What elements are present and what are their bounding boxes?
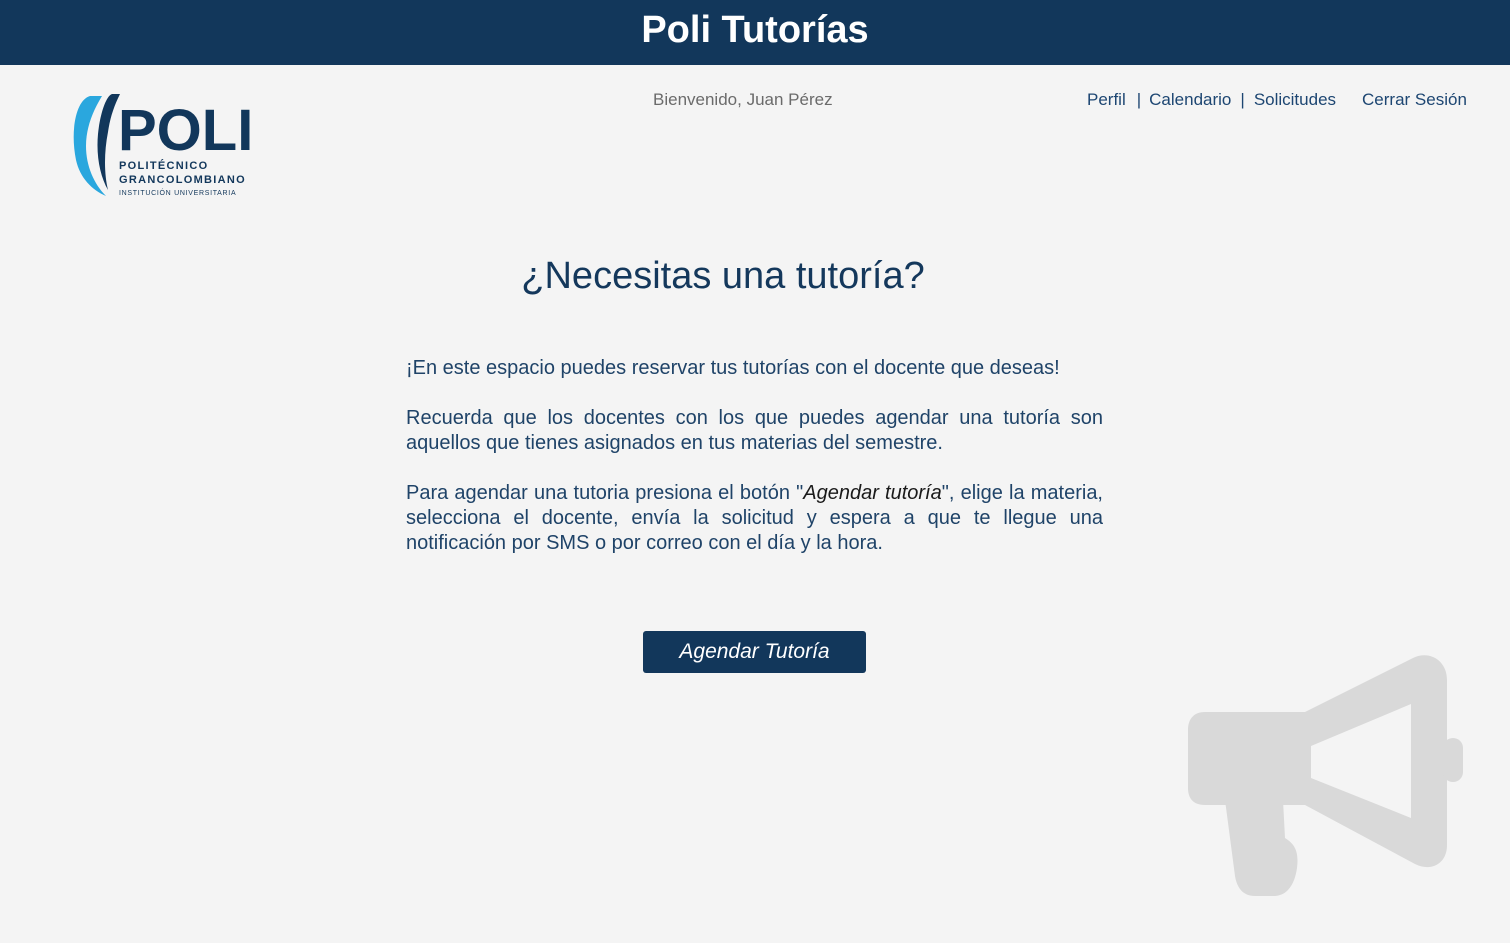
logout-link[interactable]: Cerrar Sesión xyxy=(1362,90,1467,109)
app-title: Poli Tutorías xyxy=(641,9,869,51)
logo-line1: POLITÉCNICO xyxy=(119,159,208,172)
nav-separator: | xyxy=(1136,90,1142,109)
intro-paragraph-3: Para agendar una tutoria presiona el bot… xyxy=(406,481,1103,556)
logo-wordmark: POLI xyxy=(118,98,253,163)
agendar-tutoria-button[interactable]: Agendar Tutoría xyxy=(643,631,866,673)
welcome-message: Bienvenido, Juan Pérez xyxy=(653,90,833,109)
poli-logo: POLI POLITÉCNICO GRANCOLOMBIANO INSTITUC… xyxy=(73,94,253,197)
nav-link-calendario[interactable]: Calendario xyxy=(1149,90,1231,109)
nav-link-perfil[interactable]: Perfil xyxy=(1087,90,1126,109)
logo-line3: INSTITUCIÓN UNIVERSITARIA xyxy=(119,188,236,197)
intro-p3-emphasis: Agendar tutoría xyxy=(803,482,942,504)
logo-line2: GRANCOLOMBIANO xyxy=(119,174,246,186)
intro-paragraph-2: Recuerda que los docentes con los que pu… xyxy=(406,407,1103,454)
nav-separator: | xyxy=(1240,90,1245,109)
intro-p3-start: Para agendar una tutoria presiona el bot… xyxy=(406,482,804,504)
intro-paragraph-1: ¡En este espacio puedes reservar tus tut… xyxy=(406,357,1060,379)
top-nav: Perfil | Calendario | Solicitudes Cerrar Sesi… xyxy=(1087,90,1467,110)
app-header: Poli Tutorías xyxy=(0,0,1510,65)
page-heading: ¿Necesitas una tutoría? xyxy=(521,255,925,297)
intro-text: ¡En este espacio puedes reservar tus tut… xyxy=(406,356,1103,581)
megaphone-icon xyxy=(1188,655,1463,896)
nav-link-solicitudes[interactable]: Solicitudes xyxy=(1254,90,1336,109)
